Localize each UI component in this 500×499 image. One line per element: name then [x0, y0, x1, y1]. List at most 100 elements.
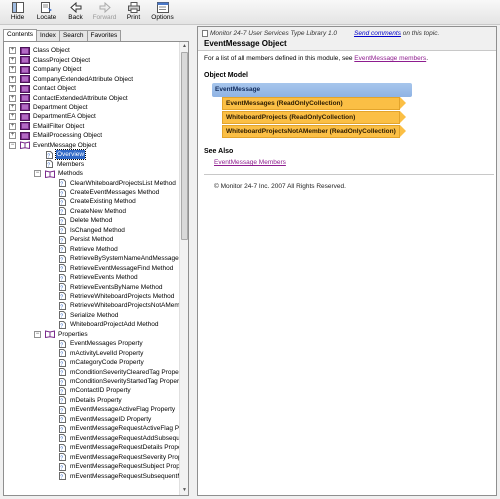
tree-item[interactable]: + ClassProject Object [9, 55, 91, 65]
book-icon [20, 122, 30, 131]
expand-icon[interactable]: + [9, 94, 16, 102]
tab-favorites[interactable]: Favorites [86, 30, 122, 41]
tree-item-method[interactable]: ? CreateNew Method [59, 207, 127, 217]
tree-item-label: Department Object [33, 103, 88, 111]
tree-item-property[interactable]: ? mDetails Property [59, 396, 123, 406]
svg-text:?: ? [60, 304, 63, 309]
tree-item-label: Retrieve Method [70, 245, 118, 253]
forward-button[interactable]: Forward [90, 0, 119, 24]
back-button[interactable]: Back [61, 0, 90, 24]
tree-item[interactable]: + CompanyExtendedAttribute Object [9, 74, 134, 84]
collapse-icon[interactable]: − [34, 330, 41, 338]
tree-item-method[interactable]: ? RetrieveWhiteboardProjects Method [59, 292, 175, 302]
expand-icon[interactable]: + [9, 75, 16, 83]
tree-item-method[interactable]: ? ClearWhiteboardProjectsList Method [59, 178, 177, 188]
tree-item-methods[interactable]: − Methods [34, 169, 84, 179]
document-icon [202, 30, 208, 37]
expand-icon[interactable]: + [9, 47, 16, 55]
expand-icon[interactable]: + [9, 113, 16, 121]
tab-index[interactable]: Index [36, 30, 60, 41]
svg-text:?: ? [60, 229, 63, 234]
tree-item-label: CreateEventMessages Method [70, 189, 160, 196]
tree-item-method[interactable]: ? RetrieveEvents Method [59, 273, 139, 283]
tree-item-method[interactable]: ? Delete Method [59, 216, 113, 226]
help-page-icon: ? [59, 472, 66, 481]
members-link[interactable]: EventMessage members [354, 55, 426, 62]
options-button[interactable]: Options [148, 0, 177, 24]
collapse-icon[interactable]: − [9, 141, 16, 149]
tree-item-method[interactable]: ? RetrieveWhiteboardProjectsNotAMembe [59, 301, 180, 311]
tree-item[interactable]: + ContactExtendedAttribute Object [9, 93, 129, 103]
object-model-root[interactable]: EventMessage [212, 83, 412, 97]
expand-icon[interactable]: + [9, 56, 16, 64]
tree-item-method[interactable]: ? RetrieveEventMessageFind Method [59, 263, 174, 273]
tree-item[interactable]: + Company Object [9, 65, 82, 75]
tree-item-property[interactable]: ? mCategoryCode Property [59, 358, 145, 368]
collection-label: WhiteboardProjects (ReadOnlyCollection) [226, 114, 356, 121]
expand-icon[interactable]: + [9, 66, 16, 74]
tree-item-properties[interactable]: − Properties [34, 330, 89, 340]
tab-contents[interactable]: Contents [3, 29, 38, 41]
expand-icon[interactable]: + [9, 85, 16, 93]
tree-item-property[interactable]: ? EventMessages Property [59, 339, 144, 349]
expand-icon[interactable]: + [9, 103, 16, 111]
tree-item[interactable]: + EMailProcessing Object [9, 131, 103, 141]
tree-item-property[interactable]: ? mEventMessageRequestSubject Property [59, 462, 180, 472]
help-page-icon: ? [59, 358, 66, 367]
tree-item-method[interactable]: ? WhiteboardProjectAdd Method [59, 320, 160, 330]
expand-icon[interactable]: + [9, 122, 16, 130]
tree-item[interactable]: + EMailFilter Object [9, 122, 85, 132]
scrollbar-thumb[interactable] [181, 52, 188, 240]
tree-item[interactable]: + Class Object [9, 46, 71, 56]
tree-item[interactable]: + Contact Object [9, 84, 77, 94]
tree-item-method[interactable]: ? CreateExisting Method [59, 197, 137, 207]
scroll-up-icon[interactable]: ▲ [180, 42, 188, 51]
svg-text:?: ? [60, 323, 63, 328]
expand-icon[interactable]: + [9, 132, 16, 140]
tree-item-property[interactable]: ? mEventMessageID Property [59, 415, 152, 425]
see-also-link[interactable]: EventMessage Members [214, 159, 286, 166]
send-comments-link[interactable]: Send comments [354, 30, 401, 37]
tree-item-label: Methods [58, 170, 83, 178]
feedback-suffix: on this topic. [400, 30, 440, 37]
tree-item-property[interactable]: ? mActivityLevelId Property [59, 348, 144, 358]
help-page-icon: ? [59, 320, 66, 329]
tree-item-property[interactable]: ? mConditionSeverityClearedTag Property [59, 367, 180, 377]
hide-button[interactable]: Hide [3, 0, 32, 24]
tree-item-method[interactable]: ? RetrieveEventsByName Method [59, 282, 164, 292]
tree-item-method[interactable]: ? Serialize Method [59, 311, 119, 321]
svg-text:?: ? [60, 371, 63, 376]
tree-scrollbar[interactable]: ▲ ▼ [179, 42, 188, 495]
tree-item-property[interactable]: ? mEventMessageRequestSeverity Property [59, 452, 180, 462]
tree-item-method[interactable]: ? RetrieveBySystemNameAndMessageID M [59, 254, 180, 264]
tree-item-label: CompanyExtendedAttribute Object [33, 75, 134, 83]
tree-item-property[interactable]: ? mEventMessageRequestAddSubsequen [59, 433, 180, 443]
tree-item-overview[interactable]: ? Overview [46, 149, 87, 161]
tree-item-open[interactable]: − EventMessage Object [9, 141, 98, 151]
tree-item-property[interactable]: ? mEventMessageActiveFlag Property [59, 405, 176, 415]
tree-item-method[interactable]: ? Persist Method [59, 235, 114, 245]
tree-item[interactable]: + DepartmentEA Object [9, 112, 97, 122]
tree-item-property[interactable]: ? mContactID Property [59, 386, 132, 396]
tree-item-method[interactable]: ? Retrieve Method [59, 244, 119, 254]
tree-item-members[interactable]: ? Members [46, 159, 85, 169]
help-page-icon: ? [59, 424, 66, 433]
forward-arrow-icon [99, 2, 111, 13]
tree-item[interactable]: + Department Object [9, 103, 89, 113]
tree-item-method[interactable]: ? IsChanged Method [59, 226, 126, 236]
help-page-icon: ? [59, 235, 66, 244]
tree-item-label: mCategoryCode Property [70, 359, 144, 367]
tree-item-property[interactable]: ? mConditionSeverityStartedTag Property [59, 377, 180, 387]
printer-icon [127, 2, 140, 13]
tree-item-method[interactable]: ? CreateEventMessages Method [59, 188, 160, 198]
tab-search[interactable]: Search [58, 30, 88, 41]
tree-item-label: mEventMessageRequestSubsequentMe [70, 472, 180, 480]
scroll-down-icon[interactable]: ▼ [180, 486, 188, 495]
svg-text:?: ? [60, 248, 63, 253]
collapse-icon[interactable]: − [34, 170, 41, 178]
tree-item-property[interactable]: ? mEventMessageRequestActiveFlag Property [59, 424, 180, 434]
tree-item-property[interactable]: ? mEventMessageRequestSubsequentMe [59, 471, 180, 481]
print-button[interactable]: Print [119, 0, 148, 24]
locate-button[interactable]: Locate [32, 0, 61, 24]
tree-item-property[interactable]: ? mEventMessageRequestDetails Property [59, 443, 180, 453]
